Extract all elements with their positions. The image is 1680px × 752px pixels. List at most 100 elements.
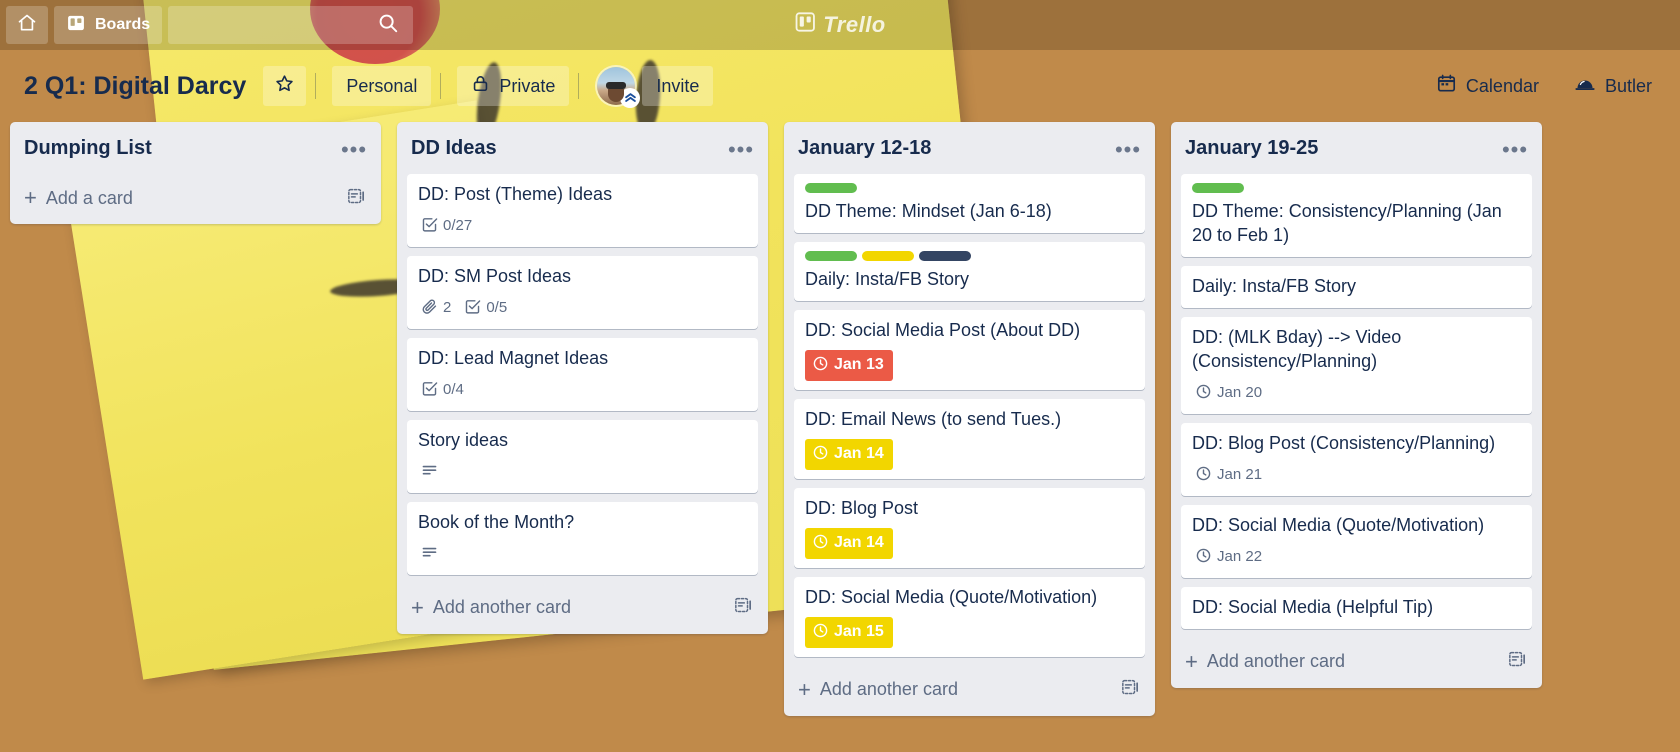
list-title[interactable]: January 19-25 [1185, 135, 1498, 161]
star-icon [274, 73, 295, 99]
boards-button[interactable]: Boards [54, 6, 163, 44]
board-card[interactable]: Daily: Insta/FB Story [794, 241, 1145, 301]
card-title: DD: SM Post Ideas [418, 265, 572, 286]
home-icon [17, 13, 37, 38]
card-title: DD: (MLK Bday) --> Video (Consistency/Pl… [1192, 326, 1402, 371]
card-badge-due-yellow[interactable]: Jan 14 [805, 438, 893, 470]
calendar-button[interactable]: Calendar [1422, 66, 1553, 106]
list-title[interactable]: January 12-18 [798, 135, 1111, 161]
add-card-button[interactable]: + Add a card [10, 174, 381, 224]
card-template-button[interactable] [1117, 677, 1143, 703]
board-card[interactable]: DD: Social Media Post (About DD) Jan 13 [794, 309, 1145, 390]
list-title[interactable]: Dumping List [24, 135, 337, 161]
clock-icon [1195, 383, 1212, 403]
board-card[interactable]: Book of the Month? [407, 501, 758, 575]
home-button[interactable] [6, 6, 48, 44]
card-label[interactable] [919, 250, 971, 261]
list-cards-scroll-area[interactable]: DD Theme: Consistency/Planning (Jan 20 t… [1171, 174, 1542, 638]
card-badge-due-plain[interactable]: Jan 21 [1192, 463, 1267, 487]
plus-icon: + [411, 594, 424, 620]
list-header: January 12-18 ••• [784, 122, 1155, 174]
plus-icon: + [798, 676, 811, 702]
add-card-button[interactable]: + Add another card [784, 666, 1155, 716]
board-card[interactable]: Daily: Insta/FB Story [1181, 265, 1532, 308]
card-badge-checklist: 0/27 [418, 214, 477, 238]
board-card[interactable]: DD: Blog Post Jan 14 [794, 487, 1145, 568]
card-template-icon [346, 186, 366, 211]
board-card[interactable]: Story ideas [407, 419, 758, 493]
avatar[interactable] [597, 67, 641, 108]
card-label[interactable] [805, 183, 857, 193]
header-divider [440, 73, 442, 99]
board-header: 2 Q1: Digital Darcy Personal Private Inv… [0, 50, 1680, 122]
board-list: DD Ideas ••• DD: Post (Theme) Ideas 0/27 DD:… [397, 122, 768, 634]
search-input[interactable] [178, 16, 378, 34]
list-cards-scroll-area[interactable]: DD: Post (Theme) Ideas 0/27 DD: SM Post Id… [397, 174, 768, 584]
board-card[interactable]: DD Theme: Consistency/Planning (Jan 20 t… [1181, 174, 1532, 257]
invite-button[interactable]: Invite [642, 66, 714, 106]
list-menu-icon: ••• [727, 136, 755, 162]
card-label[interactable] [805, 250, 857, 261]
list-menu-button[interactable]: ••• [1111, 135, 1145, 165]
list-menu-button[interactable]: ••• [337, 135, 371, 165]
card-template-button[interactable] [1504, 649, 1530, 675]
card-template-button[interactable] [343, 185, 369, 211]
card-title: Book of the Month? [418, 511, 575, 532]
card-badges: 0/4 [418, 378, 748, 402]
board-card[interactable]: DD: (MLK Bday) --> Video (Consistency/Pl… [1181, 316, 1532, 414]
board-card[interactable]: DD: Blog Post (Consistency/Planning) Jan … [1181, 422, 1532, 496]
butler-button[interactable]: Butler [1560, 66, 1666, 106]
list-menu-button[interactable]: ••• [724, 135, 758, 165]
trello-logo[interactable]: Trello [794, 11, 886, 39]
board-card[interactable]: DD: Lead Magnet Ideas 0/4 [407, 337, 758, 411]
card-badges: Jan 15 [805, 616, 1135, 648]
card-badge-due-plain[interactable]: Jan 20 [1192, 381, 1267, 405]
trello-logo-text: Trello [823, 12, 886, 37]
board-card[interactable]: DD: Social Media (Quote/Motivation) Jan 1… [794, 576, 1145, 657]
plus-icon: + [1185, 648, 1198, 674]
premium-chevrons-icon [620, 88, 641, 108]
card-badge-due-yellow[interactable]: Jan 14 [805, 527, 893, 559]
clock-icon [812, 622, 829, 643]
card-badge-due-red[interactable]: Jan 13 [805, 349, 893, 381]
card-title: Story ideas [418, 429, 509, 450]
card-badge-checklist: 0/5 [461, 296, 512, 320]
list-menu-button[interactable]: ••• [1498, 135, 1532, 165]
card-title: DD: Social Media (Quote/Motivation) [1192, 514, 1485, 535]
team-label: Personal [346, 75, 418, 96]
card-badge-due-plain[interactable]: Jan 22 [1192, 545, 1267, 569]
card-title: DD: Social Media (Helpful Tip) [1192, 596, 1434, 617]
card-badges: Jan 20 [1192, 381, 1522, 405]
visibility-button[interactable]: Private [457, 66, 570, 106]
board-card[interactable]: DD: Post (Theme) Ideas 0/27 [407, 174, 758, 247]
list-menu-icon: ••• [1501, 136, 1529, 162]
card-template-icon [1120, 677, 1140, 702]
board-title[interactable]: 2 Q1: Digital Darcy [14, 66, 256, 107]
board-card[interactable]: DD: SM Post Ideas 2 0/5 [407, 255, 758, 329]
search-icon[interactable] [377, 12, 399, 39]
list-header: DD Ideas ••• [397, 122, 768, 174]
card-template-button[interactable] [730, 595, 756, 621]
card-label[interactable] [862, 250, 914, 261]
board-card[interactable]: DD: Email News (to send Tues.) Jan 14 [794, 398, 1145, 479]
list-title[interactable]: DD Ideas [411, 135, 724, 161]
card-badge-text: Jan 15 [834, 623, 884, 641]
add-card-button[interactable]: + Add another card [397, 584, 768, 634]
add-card-button[interactable]: + Add another card [1171, 638, 1542, 688]
card-badge-due-yellow[interactable]: Jan 15 [805, 616, 893, 648]
board-card[interactable]: DD Theme: Mindset (Jan 6-18) [794, 174, 1145, 233]
team-button[interactable]: Personal [332, 66, 432, 106]
card-badges: Jan 14 [805, 527, 1135, 559]
card-title: DD: Email News (to send Tues.) [805, 408, 1062, 429]
header-divider [578, 73, 580, 99]
top-navigation-bar: Boards Trello [0, 0, 1680, 50]
board-card[interactable]: DD: Social Media (Helpful Tip) [1181, 586, 1532, 629]
star-board-button[interactable] [263, 66, 307, 106]
board-card[interactable]: DD: Social Media (Quote/Motivation) Jan 2… [1181, 504, 1532, 578]
search-box[interactable] [168, 6, 414, 44]
card-title: DD Theme: Mindset (Jan 6-18) [805, 201, 1052, 221]
list-cards-scroll-area[interactable]: DD Theme: Mindset (Jan 6-18) Daily: Insta… [784, 174, 1155, 666]
card-label[interactable] [1192, 183, 1244, 193]
list-menu-icon: ••• [340, 136, 368, 162]
calendar-icon [1436, 73, 1457, 99]
